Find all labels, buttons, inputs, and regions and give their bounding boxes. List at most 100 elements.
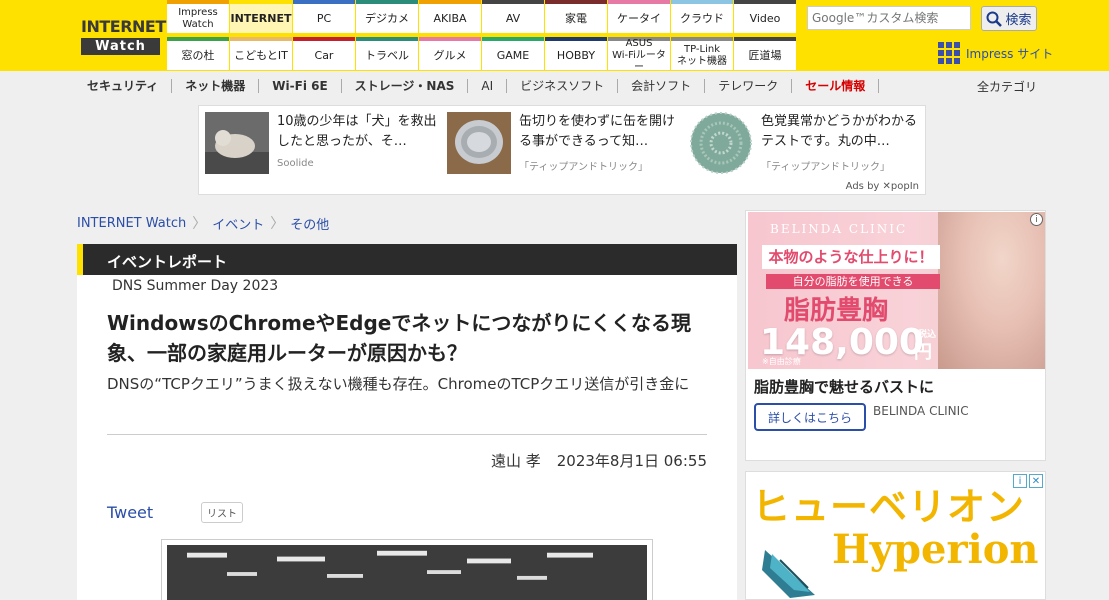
category-bar: セキュリティ ネット機器 Wi-Fi 6E ストレージ・NAS AI ビジネスソフト 会計ソ… (0, 71, 1109, 101)
nav-item[interactable]: 家電 (545, 0, 607, 33)
nav-item-label: AKIBA (433, 11, 467, 25)
nav-item[interactable]: 窓の杜 (167, 37, 229, 70)
category-link[interactable]: Wi-Fi 6E (259, 79, 342, 93)
category-link[interactable]: 会計ソフト (618, 79, 706, 93)
nav-item[interactable]: HOBBY (545, 37, 607, 70)
sponsored-title: 10歳の少年は「犬」を救出したと思ったが、そ… (277, 114, 437, 149)
adchoices[interactable]: i ✕ (1013, 474, 1043, 488)
nav-item[interactable]: AV (482, 0, 544, 33)
nav-item[interactable]: TP-Link ネット機器 (671, 37, 733, 70)
ad-model-image (938, 212, 1045, 369)
nav-item[interactable]: PC (293, 0, 355, 33)
breadcrumb-item[interactable]: その他 (290, 214, 329, 233)
search-input[interactable] (808, 7, 970, 29)
sidebar-ad-belinda[interactable]: BELINDA CLINIC 本物のような仕上りに！ 自分の脂肪を使用できる 脂… (745, 210, 1046, 461)
divider (107, 434, 707, 435)
nav-item[interactable]: ケータイ (608, 0, 670, 33)
nav-item-label: AV (505, 11, 521, 25)
article-subhead: DNSの“TCPクエリ”うまく扱えない機種も存在。ChromeのTCPクエリ送信… (107, 375, 690, 393)
article-image (167, 545, 647, 600)
nav-item-label: トラベル (365, 48, 409, 62)
nav-item-label: HOBBY (556, 48, 596, 62)
nav-item-label: PC (316, 11, 332, 25)
sponsored-thumbnail (689, 112, 753, 174)
nav-item[interactable]: INTERNET (230, 0, 292, 33)
breadcrumb-item[interactable]: INTERNET Watch (77, 216, 186, 231)
sponsored-item[interactable]: 10歳の少年は「犬」を救出したと思ったが、そ… Soolide (205, 112, 440, 180)
author: 遠山 孝 (490, 452, 541, 470)
sponsored-links: 10歳の少年は「犬」を救出したと思ったが、そ… Soolide 缶切りを使わずに… (198, 105, 926, 195)
category-link[interactable]: AI (468, 79, 508, 93)
list-button[interactable]: リスト (201, 502, 243, 523)
ads-by-label[interactable]: Ads by ✕popIn (846, 181, 919, 192)
impress-site-link[interactable]: Impress サイト (938, 42, 1053, 64)
category-link[interactable]: セール情報 (792, 79, 880, 93)
nav-item-label: TP-Link ネット機器 (677, 43, 727, 67)
grid-icon (938, 42, 960, 64)
nav-item[interactable]: AKIBA (419, 0, 481, 33)
nav-item[interactable]: デジカメ (356, 0, 418, 33)
nav-item[interactable]: クラウド (671, 0, 733, 33)
nav-item-label: 家電 (565, 11, 587, 25)
article: イベントレポート DNS Summer Day 2023 WindowsのChr… (77, 244, 737, 600)
tweet-button[interactable]: Tweet (107, 503, 153, 522)
sponsored-thumbnail (447, 112, 511, 174)
sponsored-source: 「ティップアンドトリック」 (519, 162, 648, 173)
all-categories-link[interactable]: 全カテゴリ (977, 78, 1037, 95)
logo-line2: Watch (81, 38, 160, 55)
adchoices-icon[interactable]: i (1030, 213, 1043, 226)
chevron-right-icon: 〉 (270, 216, 285, 232)
nav-item-label: ケータイ (617, 11, 661, 25)
ad-cta-button[interactable]: 詳しくはこちら (754, 403, 866, 431)
sidebar-ad-hyperion[interactable]: ヒューベリオン Hyperion i ✕ (745, 471, 1046, 600)
nav-item-label: クラウド (680, 11, 724, 25)
nav-item[interactable]: GAME (482, 37, 544, 70)
ad-note: ※自由診療 (762, 357, 801, 366)
ad-ribbon: 本物のような仕上りに！ (762, 245, 940, 269)
search-box (807, 6, 971, 30)
nav-item[interactable]: Impress Watch (167, 0, 229, 33)
site-header: INTERNET Watch Impress Watch INTERNET PC デジ… (0, 0, 1109, 73)
ad-brand: BELINDA CLINIC (770, 222, 908, 236)
impress-site-label: Impress サイト (966, 46, 1054, 61)
category-link[interactable]: ストレージ・NAS (342, 79, 469, 93)
close-icon[interactable]: ✕ (1029, 474, 1043, 488)
breadcrumb: INTERNET Watch 〉 イベント 〉 その他 (77, 213, 329, 233)
site-logo[interactable]: INTERNET Watch (81, 18, 166, 58)
category-link[interactable]: セキュリティ (87, 79, 173, 93)
nav-item[interactable]: グルメ (419, 37, 481, 70)
event-name: DNS Summer Day 2023 (112, 278, 279, 294)
ad-headline: 脂肪豊胸で魅せるバストに (754, 378, 935, 396)
ad-ship-image (762, 550, 815, 598)
nav-item[interactable]: Video (734, 0, 796, 33)
category-link[interactable]: テレワーク (705, 79, 793, 93)
nav-item[interactable]: Car (293, 37, 355, 70)
sponsored-item[interactable]: 缶切りを使わずに缶を開ける事ができるって知… 「ティップアンドトリック」 (447, 112, 682, 180)
nav-item[interactable]: こどもとIT (230, 37, 292, 70)
nav-item-label: Video (749, 11, 781, 25)
chevron-right-icon: 〉 (192, 216, 207, 232)
ad-title-latin: Hyperion (832, 526, 1039, 573)
sponsored-item[interactable]: 色覚異常かどうかがわかるテストです。丸の中… 「ティップアンドトリック」 (689, 112, 924, 180)
category-link[interactable]: ネット機器 (172, 79, 260, 93)
ad-advertiser: BELINDA CLINIC (873, 404, 969, 418)
nav-item-label: 窓の杜 (181, 48, 215, 62)
nav-item[interactable]: トラベル (356, 37, 418, 70)
sponsored-title: 色覚異常かどうかがわかるテストです。丸の中… (761, 114, 918, 149)
ad-subtext: 自分の脂肪を使用できる (766, 274, 940, 289)
breadcrumb-item[interactable]: イベント (212, 214, 264, 233)
category-list: セキュリティ ネット機器 Wi-Fi 6E ストレージ・NAS AI ビジネスソフト 会計ソ… (87, 79, 880, 93)
category-link[interactable]: ビジネスソフト (507, 79, 619, 93)
nav-item-label: 匠道場 (748, 48, 782, 62)
nav-item[interactable]: 匠道場 (734, 37, 796, 70)
nav-item[interactable]: ASUS Wi-Fiルーター (608, 37, 670, 73)
sponsored-thumbnail (205, 112, 269, 174)
ad-title-kana: ヒューベリオン (752, 484, 1026, 529)
search-button[interactable]: 検索 (981, 6, 1037, 31)
adchoices-info-icon[interactable]: i (1013, 474, 1027, 488)
sponsored-title: 缶切りを使わずに缶を開ける事ができるって知… (519, 114, 676, 149)
article-photo[interactable] (161, 539, 653, 600)
nav-item-label: Impress Watch (178, 6, 218, 30)
nav-item-label: グルメ (433, 48, 467, 62)
nav-item-label: こどもとIT (234, 48, 288, 62)
